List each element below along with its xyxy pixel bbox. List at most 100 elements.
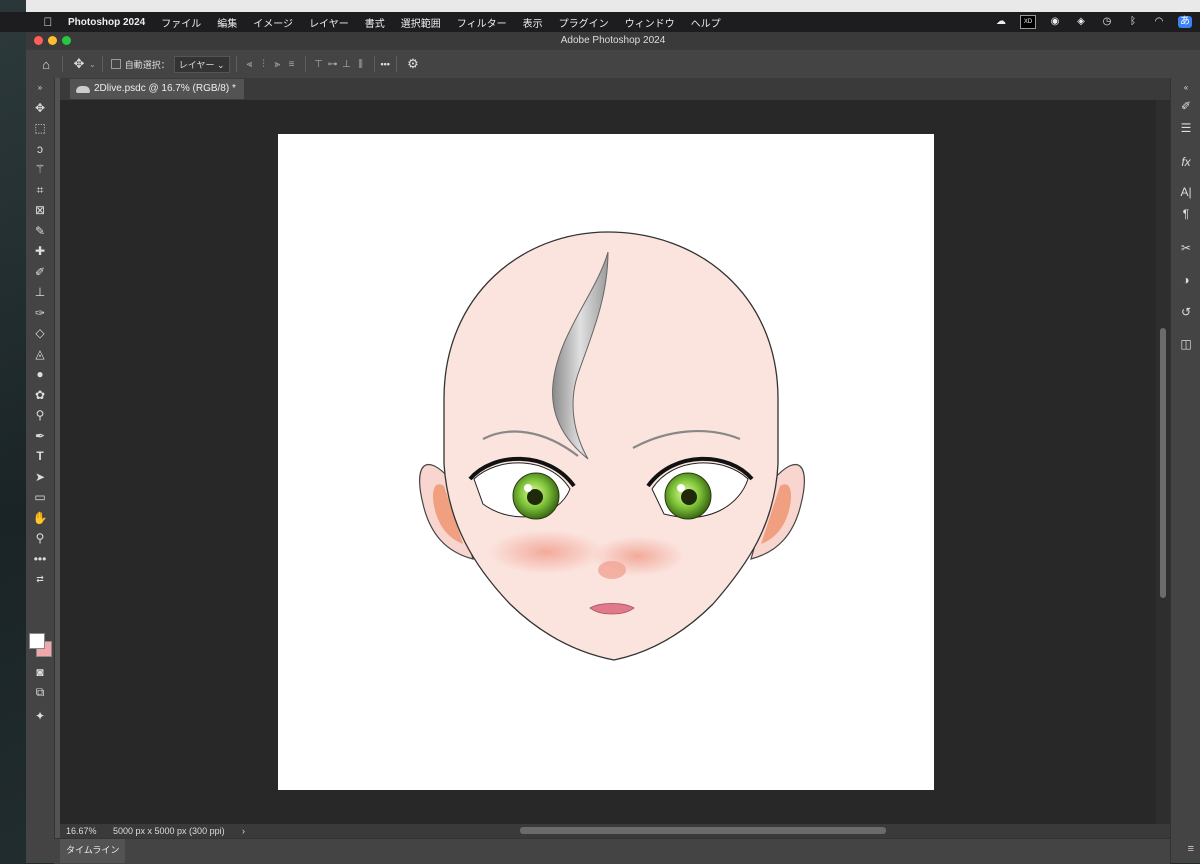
- magnifier-dodge-icon[interactable]: ⚲: [30, 407, 50, 423]
- hand-tool-icon[interactable]: ✋: [30, 510, 50, 526]
- menu-select[interactable]: 選択範囲: [393, 15, 449, 30]
- auto-select-checkbox[interactable]: [110, 59, 121, 69]
- foreground-color-swatch[interactable]: [29, 633, 45, 649]
- vertical-scroll-thumb[interactable]: [1160, 328, 1166, 598]
- path-select-icon[interactable]: ➤: [30, 469, 50, 485]
- zoom-level[interactable]: 16.67%: [66, 824, 97, 838]
- document-canvas[interactable]: [278, 134, 934, 790]
- align-left-icon[interactable]: ⫷: [243, 59, 257, 70]
- zoom-button[interactable]: [62, 36, 71, 45]
- distribute-icon[interactable]: ≡: [285, 59, 299, 70]
- time-machine-icon[interactable]: ◷: [1100, 16, 1114, 28]
- fx-icon[interactable]: fx: [1177, 154, 1195, 170]
- gear-icon[interactable]: ⚙: [403, 56, 423, 72]
- auto-select-value: レイヤー: [178, 59, 215, 70]
- paragraph-icon[interactable]: ¶: [1177, 206, 1195, 222]
- character-icon[interactable]: A|: [1177, 184, 1195, 200]
- timeline-tab[interactable]: タイムライン: [60, 839, 126, 863]
- tools-panel: » ✥ ⬚ ↄ ⚚ ⌗ ⊠ ✎ ✚ ✐ ⊥ ✑ ◇ ◬ ● ✿ ⚲ ✒ T ➤ …: [26, 78, 55, 863]
- brush-settings-icon[interactable]: ✐: [1177, 98, 1195, 114]
- eyedropper-icon[interactable]: ✎: [30, 223, 50, 239]
- document-tab[interactable]: 2Dlive.psdc @ 16.7% (RGB/8) *: [70, 79, 244, 99]
- eraser-tool-icon[interactable]: ◇: [30, 325, 50, 341]
- vertical-scrollbar[interactable]: [1156, 100, 1170, 824]
- dodge-tool-icon[interactable]: ✿: [30, 387, 50, 403]
- mac-menubar:  Photoshop 2024 ファイル 編集 イメージ レイヤー 書式 選択…: [0, 12, 1200, 32]
- xd-icon[interactable]: XD: [1020, 15, 1036, 29]
- color-wheel-icon[interactable]: ◉: [1048, 16, 1062, 28]
- menu-file[interactable]: ファイル: [153, 15, 209, 30]
- zoom-tool-icon[interactable]: ⚲: [30, 530, 50, 546]
- align-top-icon[interactable]: ⊤: [312, 59, 326, 70]
- panel-menu-icon[interactable]: ≡: [1188, 843, 1194, 855]
- collapse-icon[interactable]: »: [30, 80, 50, 96]
- status-arrow[interactable]: ›: [242, 824, 245, 838]
- panels-dock: « ✐ ☰ fx A| ¶ ✂ ◑ ↺ ◫: [1170, 78, 1200, 863]
- menu-image[interactable]: イメージ: [245, 15, 301, 30]
- creative-cloud-icon[interactable]: ☁: [994, 16, 1008, 28]
- lasso-tool-icon[interactable]: ↄ: [30, 141, 50, 157]
- layers-icon[interactable]: ◈: [1074, 16, 1088, 28]
- healing-brush-icon[interactable]: ✚: [30, 243, 50, 259]
- brush-tool-icon[interactable]: ✐: [30, 264, 50, 280]
- menu-help[interactable]: ヘルプ: [683, 15, 729, 30]
- menu-window[interactable]: ウィンドウ: [617, 15, 683, 30]
- align-middle-icon[interactable]: ⊶: [326, 59, 340, 70]
- minimize-button[interactable]: [48, 36, 57, 45]
- menu-view[interactable]: 表示: [515, 15, 551, 30]
- crop-tool-icon[interactable]: ⌗: [30, 182, 50, 198]
- timeline-panel: タイムライン ≡: [54, 838, 1194, 864]
- top-strip: [0, 0, 1200, 12]
- history-icon[interactable]: ↺: [1177, 304, 1195, 320]
- stamp-tool-icon[interactable]: ⊥: [30, 284, 50, 300]
- divider: [395, 56, 397, 72]
- right-pupil: [681, 489, 697, 505]
- screen-mode-icon[interactable]: ⧉: [30, 684, 50, 700]
- bluetooth-icon[interactable]: ᛒ: [1126, 16, 1140, 28]
- color-icon[interactable]: ◑: [1177, 272, 1195, 288]
- menu-type[interactable]: 書式: [357, 15, 393, 30]
- align-bottom-icon[interactable]: ⊥: [340, 59, 354, 70]
- blur-tool-icon[interactable]: ●: [30, 366, 50, 382]
- magic-wand-icon[interactable]: ⚚: [30, 161, 50, 177]
- divider: [304, 56, 306, 72]
- apple-icon[interactable]: : [40, 15, 56, 29]
- tools-preset-icon[interactable]: ✂: [1177, 240, 1195, 256]
- more-tools-icon[interactable]: •••: [30, 551, 50, 567]
- move-tool-icon[interactable]: ✥: [69, 56, 89, 72]
- app-menu[interactable]: Photoshop 2024: [56, 17, 153, 28]
- align-center-icon[interactable]: ⫶: [257, 59, 271, 70]
- divider: [235, 56, 237, 72]
- more-options-button[interactable]: •••: [381, 59, 390, 69]
- pen-tool-icon[interactable]: ✒: [30, 428, 50, 444]
- menu-filter[interactable]: フィルター: [449, 15, 515, 30]
- menu-edit[interactable]: 編集: [209, 15, 245, 30]
- align-right-icon[interactable]: ⫸: [271, 59, 285, 70]
- quick-mask-icon[interactable]: ◙: [30, 664, 50, 680]
- paint-bucket-icon[interactable]: ◬: [30, 346, 50, 362]
- navigator-icon[interactable]: ◫: [1177, 336, 1195, 352]
- home-icon[interactable]: ⌂: [36, 57, 56, 72]
- adjustments-icon[interactable]: ☰: [1177, 120, 1195, 136]
- chevron-down-icon[interactable]: ⌄: [89, 60, 96, 69]
- collapse-panels-icon[interactable]: «: [1177, 80, 1195, 96]
- generative-fill-icon[interactable]: ✦: [30, 708, 50, 724]
- canvas-area[interactable]: [60, 100, 1156, 824]
- left-highlight: [524, 484, 532, 492]
- document-tab-label: 2Dlive.psdc @ 16.7% (RGB/8) *: [94, 83, 236, 94]
- auto-select-dropdown[interactable]: レイヤー ⌄: [173, 55, 230, 73]
- wifi-icon[interactable]: ◠: [1152, 16, 1166, 28]
- frame-tool-icon[interactable]: ⊠: [30, 202, 50, 218]
- close-button[interactable]: [34, 36, 43, 45]
- swap-colors-icon[interactable]: ⇄: [30, 571, 50, 587]
- type-tool-icon[interactable]: T: [30, 448, 50, 464]
- horizontal-scroll-thumb[interactable]: [520, 827, 886, 834]
- rectangle-tool-icon[interactable]: ▭: [30, 489, 50, 505]
- distribute-vertical-icon[interactable]: ⫼: [354, 59, 368, 70]
- history-brush-icon[interactable]: ✑: [30, 305, 50, 321]
- menu-plugins[interactable]: プラグイン: [551, 15, 617, 30]
- marquee-tool-icon[interactable]: ⬚: [30, 120, 50, 136]
- menu-layer[interactable]: レイヤー: [301, 15, 357, 30]
- move-tool-icon[interactable]: ✥: [30, 100, 50, 116]
- input-method-icon[interactable]: あ: [1178, 16, 1192, 28]
